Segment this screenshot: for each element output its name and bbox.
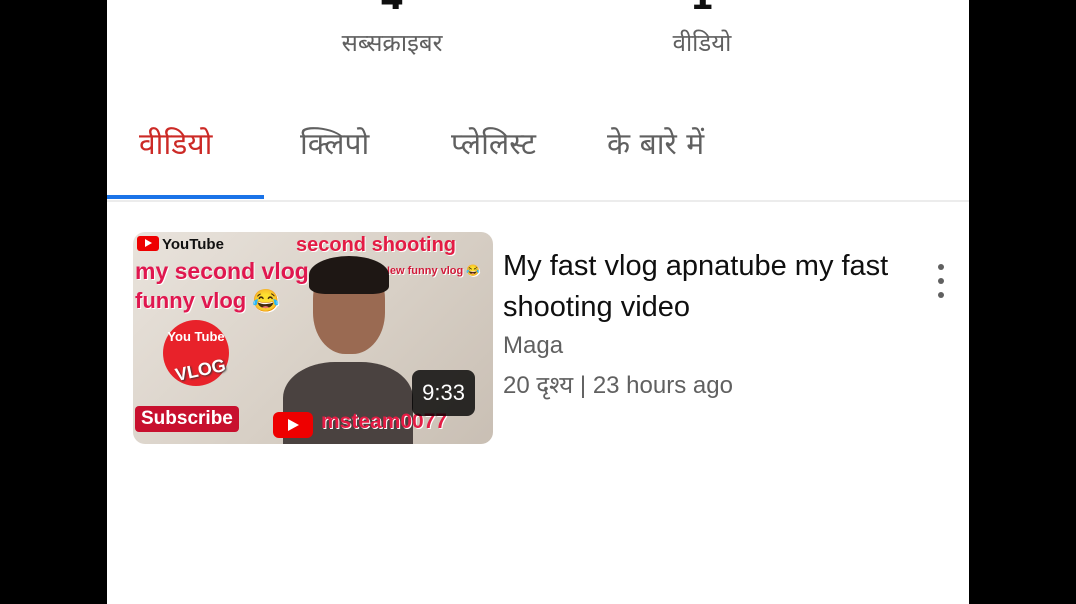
more-options-icon[interactable] [929, 264, 953, 304]
meta-separator: | [579, 372, 587, 399]
thumbnail-youtube-text: YouTube [162, 236, 224, 253]
tab-playlists[interactable]: प्लेलिस्ट [451, 122, 536, 163]
thumbnail-youtube-logo: YouTube [137, 236, 224, 253]
subscriber-count: 4 [307, 0, 477, 18]
video-count-label: वीडियो [672, 29, 732, 57]
video-count: 1 [617, 0, 787, 18]
video-info: My fast vlog apnatube my fast shooting v… [503, 246, 893, 401]
thumbnail-subscribe-graphic: Subscribe [135, 406, 239, 432]
tab-clips[interactable]: क्लिपो [300, 122, 369, 163]
menu-dot [938, 278, 944, 284]
channel-screen: 4 सब्सक्राइबर 1 वीडियो वीडियो क्लिपो प्ल… [107, 0, 969, 604]
menu-dot [938, 292, 944, 298]
thumbnail-text-line2: funny vlog 😂 [135, 288, 280, 313]
tab-about[interactable]: के बारे में [607, 122, 704, 163]
active-tab-indicator [107, 195, 264, 199]
channel-tabs: वीडियो क्लिपो प्लेलिस्ट के बारे में [107, 110, 969, 202]
menu-dot [938, 264, 944, 270]
video-thumbnail[interactable]: YouTube my second vlog funny vlog 😂 seco… [133, 232, 493, 444]
youtube-play-icon [137, 236, 159, 251]
subscriber-label: सब्सक्राइबर [341, 29, 443, 57]
person-hair [309, 256, 389, 294]
video-views: 20 दृश्य [503, 372, 574, 399]
video-title[interactable]: My fast vlog apnatube my fast shooting v… [503, 246, 893, 328]
thumbnail-youtube-icon [273, 412, 313, 438]
video-age: 23 hours ago [592, 372, 733, 399]
video-meta: 20 दृश्य | 23 hours ago [503, 368, 893, 401]
tab-videos[interactable]: वीडियो [139, 122, 212, 163]
tabs-divider [107, 200, 969, 202]
video-duration: 9:33 [412, 370, 475, 416]
video-channel[interactable]: Maga [503, 332, 893, 360]
video-item[interactable]: YouTube my second vlog funny vlog 😂 seco… [133, 232, 953, 446]
